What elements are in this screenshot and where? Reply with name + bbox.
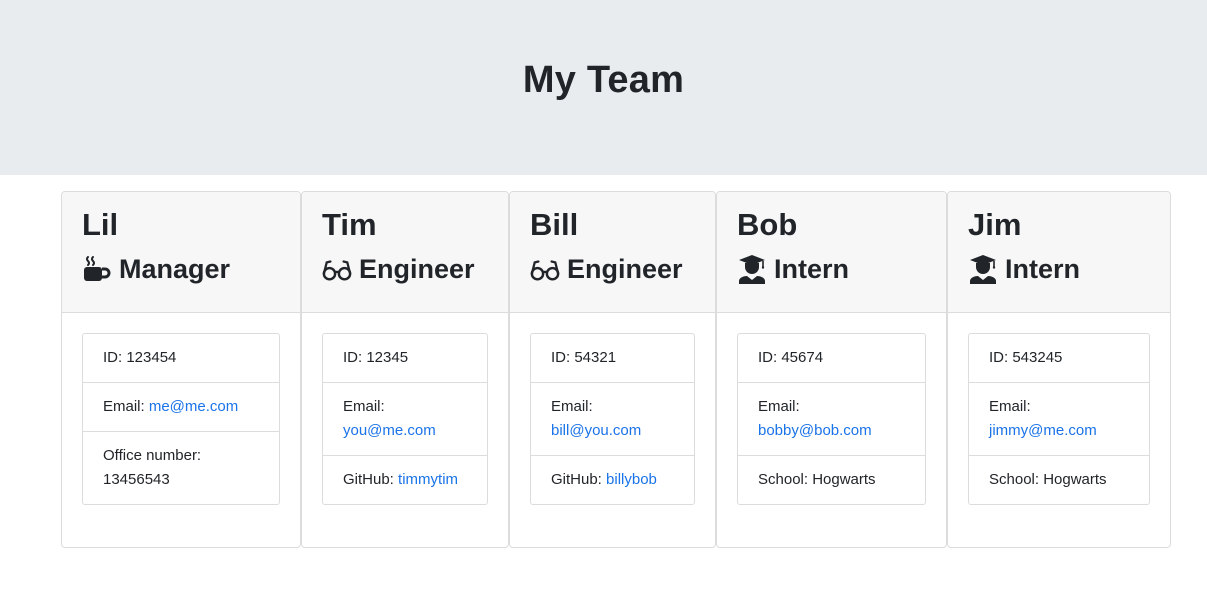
team-container: Lil Manager ID: 123454 Email: me@me.com … bbox=[0, 175, 1207, 591]
employee-id: ID: 12345 bbox=[323, 334, 487, 382]
card-body: ID: 543245 Email: jimmy@me.com School: H… bbox=[948, 313, 1170, 525]
employee-card-manager: Lil Manager ID: 123454 Email: me@me.com … bbox=[61, 191, 301, 548]
email-link[interactable]: jimmy@me.com bbox=[989, 422, 1097, 439]
email-link[interactable]: me@me.com bbox=[149, 398, 238, 415]
employee-office-number: Office number: 13456543 bbox=[83, 431, 279, 504]
card-body: ID: 45674 Email: bobby@bob.com School: H… bbox=[717, 313, 946, 525]
email-link[interactable]: bill@you.com bbox=[551, 422, 641, 439]
card-header: Bob Intern bbox=[717, 192, 946, 313]
employee-role-label: Engineer bbox=[567, 254, 683, 284]
employee-details: ID: 54321 Email: bill@you.com GitHub: bi… bbox=[530, 333, 695, 505]
employee-role: Engineer bbox=[530, 252, 695, 286]
id-value: 12345 bbox=[366, 349, 409, 366]
employee-github: GitHub: timmytim bbox=[323, 455, 487, 504]
employee-school: School: Hogwarts bbox=[969, 455, 1149, 504]
graduate-icon bbox=[968, 254, 998, 284]
card-body: ID: 54321 Email: bill@you.com GitHub: bi… bbox=[510, 313, 715, 525]
email-label: Email: bbox=[989, 398, 1031, 415]
employee-role: Manager bbox=[82, 252, 280, 286]
email-label: Email: bbox=[343, 398, 385, 415]
id-label: ID: bbox=[989, 349, 1013, 366]
email-label: Email: bbox=[551, 398, 593, 415]
email-label: Email: bbox=[103, 398, 149, 415]
page-title: My Team bbox=[522, 59, 685, 101]
employee-details: ID: 123454 Email: me@me.com Office numbe… bbox=[82, 333, 280, 505]
graduate-icon bbox=[737, 254, 767, 284]
employee-card-engineer: Bill Engineer ID: 54321 Email: bill@you.… bbox=[509, 191, 716, 548]
id-label: ID: bbox=[343, 349, 367, 366]
glasses-icon bbox=[322, 254, 352, 284]
employee-name: Tim bbox=[322, 207, 377, 242]
employee-details: ID: 543245 Email: jimmy@me.com School: H… bbox=[968, 333, 1150, 505]
office-number-label: Office number: bbox=[103, 447, 202, 464]
school-value: Hogwarts bbox=[812, 471, 876, 488]
email-label: Email: bbox=[758, 398, 800, 415]
employee-name: Bob bbox=[737, 207, 798, 242]
employee-id: ID: 45674 bbox=[738, 334, 925, 382]
employee-card-engineer: Tim Engineer ID: 12345 Email: you@me.com… bbox=[301, 191, 509, 548]
employee-email: Email: you@me.com bbox=[323, 382, 487, 455]
employee-id: ID: 54321 bbox=[531, 334, 694, 382]
school-label: School: bbox=[758, 471, 813, 488]
employee-name: Jim bbox=[968, 207, 1022, 242]
employee-email: Email: bill@you.com bbox=[531, 382, 694, 455]
card-header: Jim Intern bbox=[948, 192, 1170, 313]
employee-role-label: Intern bbox=[1005, 254, 1081, 284]
employee-github: GitHub: billybob bbox=[531, 455, 694, 504]
id-value: 123454 bbox=[126, 349, 177, 366]
employee-role-label: Intern bbox=[774, 254, 850, 284]
id-value: 543245 bbox=[1012, 349, 1063, 366]
glasses-icon bbox=[530, 254, 560, 284]
card-header: Tim Engineer bbox=[302, 192, 508, 313]
card-body: ID: 123454 Email: me@me.com Office numbe… bbox=[62, 313, 300, 525]
email-link[interactable]: you@me.com bbox=[343, 422, 436, 439]
id-label: ID: bbox=[103, 349, 127, 366]
school-value: Hogwarts bbox=[1043, 471, 1107, 488]
id-value: 45674 bbox=[781, 349, 824, 366]
id-label: ID: bbox=[758, 349, 782, 366]
employee-details: ID: 45674 Email: bobby@bob.com School: H… bbox=[737, 333, 926, 505]
employee-email: Email: jimmy@me.com bbox=[969, 382, 1149, 455]
github-label: GitHub: bbox=[343, 471, 399, 488]
employee-name: Lil bbox=[82, 207, 119, 242]
coffee-cup-icon bbox=[82, 254, 112, 284]
employee-school: School: Hogwarts bbox=[738, 455, 925, 504]
employee-id: ID: 123454 bbox=[83, 334, 279, 382]
card-header: Lil Manager bbox=[62, 192, 300, 313]
github-label: GitHub: bbox=[551, 471, 607, 488]
employee-role-label: Manager bbox=[119, 254, 231, 284]
github-link[interactable]: timmytim bbox=[398, 471, 458, 488]
employee-card-intern: Jim Intern ID: 543245 Email: jimmy@me.co… bbox=[947, 191, 1171, 548]
school-label: School: bbox=[989, 471, 1044, 488]
employee-role: Engineer bbox=[322, 252, 488, 286]
id-label: ID: bbox=[551, 349, 575, 366]
office-number-value: 13456543 bbox=[103, 471, 170, 488]
card-header: Bill Engineer bbox=[510, 192, 715, 313]
employee-details: ID: 12345 Email: you@me.com GitHub: timm… bbox=[322, 333, 488, 505]
employee-role: Intern bbox=[737, 252, 926, 286]
id-value: 54321 bbox=[574, 349, 617, 366]
employee-id: ID: 543245 bbox=[969, 334, 1149, 382]
employee-name: Bill bbox=[530, 207, 579, 242]
employee-role: Intern bbox=[968, 252, 1150, 286]
employee-role-label: Engineer bbox=[359, 254, 475, 284]
employee-email: Email: bobby@bob.com bbox=[738, 382, 925, 455]
github-link[interactable]: billybob bbox=[606, 471, 657, 488]
employee-card-intern: Bob Intern ID: 45674 Email: bobby@bob.co… bbox=[716, 191, 947, 548]
header-banner: My Team bbox=[0, 0, 1207, 175]
card-body: ID: 12345 Email: you@me.com GitHub: timm… bbox=[302, 313, 508, 525]
employee-email: Email: me@me.com bbox=[83, 382, 279, 431]
email-link[interactable]: bobby@bob.com bbox=[758, 422, 872, 439]
